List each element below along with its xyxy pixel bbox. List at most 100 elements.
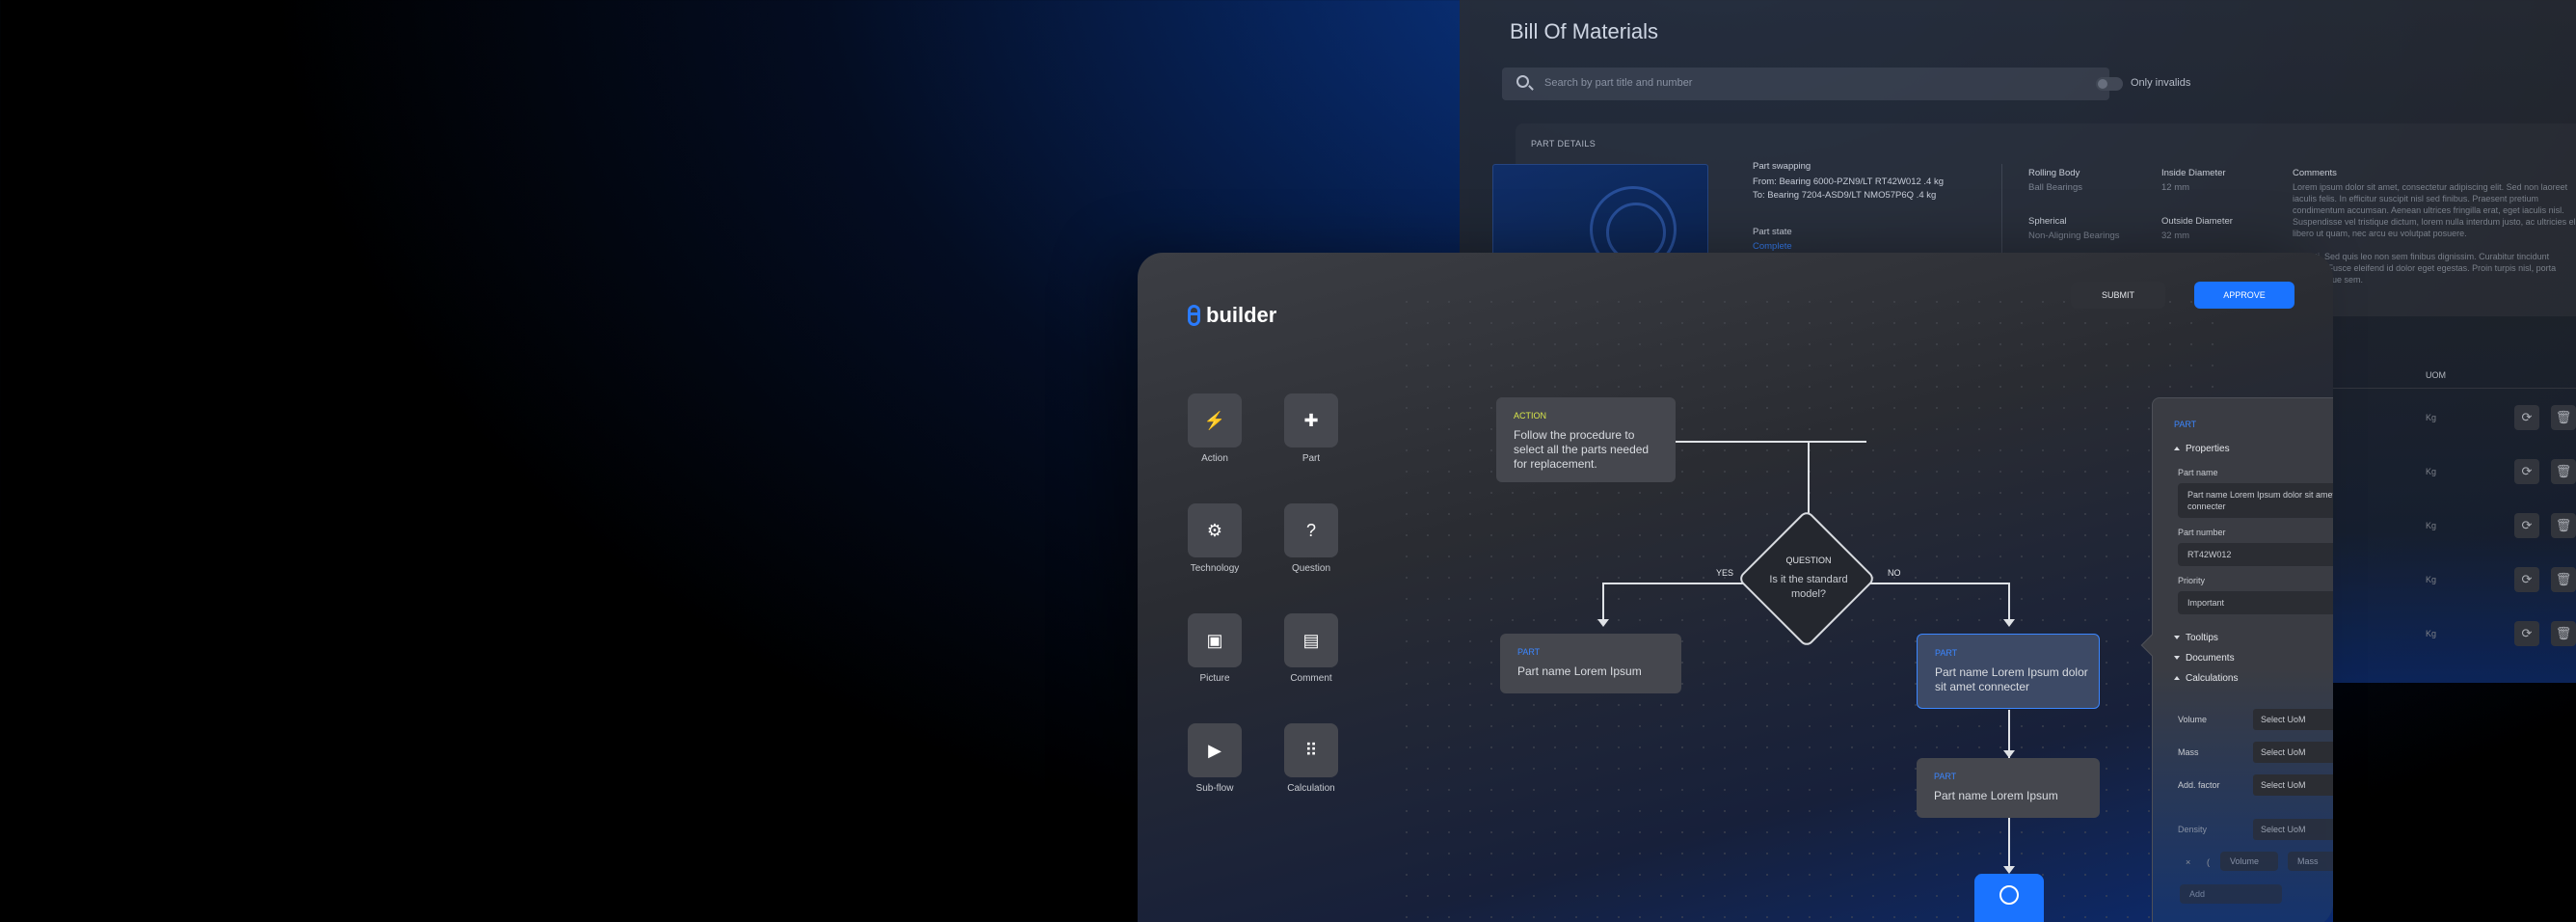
part-number-label: Part number: [2178, 528, 2226, 537]
priority-select[interactable]: Important: [2178, 591, 2333, 614]
part-node-text: Part name Lorem Ipsum dolor sit amet con…: [1935, 665, 2088, 693]
part-state-value: Complete: [1753, 241, 1792, 252]
volume-uom-select[interactable]: Select UoM: [2253, 709, 2333, 730]
row-uom: Kg: [2426, 413, 2437, 422]
connector: [1808, 441, 1810, 522]
trash-icon[interactable]: 🗑: [2551, 567, 2576, 592]
sub-flow-node[interactable]: [1974, 874, 2044, 922]
trash-icon[interactable]: 🗑: [2551, 405, 2576, 430]
tool-technology-label: Technology: [1190, 563, 1240, 574]
comment-icon: ▤: [1302, 631, 1320, 650]
tool-comment-label: Comment: [1290, 673, 1332, 684]
connector: [1602, 583, 1757, 584]
properties-section[interactable]: Properties: [2174, 444, 2230, 454]
question-node-text: Is it the standard model?: [1769, 574, 1848, 600]
row-uom: Kg: [2426, 521, 2437, 530]
tool-sub-flow-label: Sub-flow: [1195, 783, 1234, 794]
formula-volume-chip[interactable]: Volume: [2220, 852, 2278, 871]
rolling-body-value: Ball Bearings: [2028, 182, 2082, 193]
search-input[interactable]: Search by part title and number: [1502, 68, 2109, 100]
tool-technology[interactable]: ⚙: [1188, 503, 1242, 557]
submit-button[interactable]: SUBMIT: [2071, 282, 2165, 309]
spherical-label: Spherical: [2028, 216, 2067, 227]
calculations-label: Calculations: [2186, 673, 2239, 684]
part-node-label: PART: [1517, 647, 1541, 657]
part-node-text: Part name Lorem Ipsum: [1934, 789, 2058, 802]
select-uom-text: Select UoM: [2261, 747, 2306, 757]
yes-label: YES: [1716, 568, 1734, 578]
trash-icon[interactable]: 🗑: [2551, 513, 2576, 538]
tool-calculation[interactable]: ⠿: [1284, 723, 1338, 777]
search-icon: [1516, 75, 1529, 88]
logo-icon: [1188, 305, 1200, 326]
logo: builder: [1188, 303, 1276, 328]
bolt-icon: ⚡: [1203, 411, 1226, 430]
arrow-head: [2003, 750, 2015, 758]
select-uom-text: Select UoM: [2261, 780, 2306, 790]
outside-diameter-label: Outside Diameter: [2161, 216, 2233, 227]
add-factor-uom-select[interactable]: Select UoM: [2253, 774, 2333, 796]
tool-question-label: Question: [1291, 563, 1331, 574]
play-circle-icon: [1999, 885, 2019, 905]
calculations-section[interactable]: Calculations: [2174, 673, 2238, 684]
trash-icon[interactable]: 🗑: [2551, 621, 2576, 646]
chevron-up-icon: [2174, 676, 2180, 680]
connector: [1602, 583, 1604, 619]
part-node[interactable]: PART Part name Lorem Ipsum: [1917, 758, 2100, 818]
plus-box-icon: ✚: [1303, 411, 1319, 430]
tool-question[interactable]: ?: [1284, 503, 1338, 557]
search-placeholder: Search by part title and number: [1544, 77, 1693, 89]
tool-part[interactable]: ✚: [1284, 393, 1338, 447]
approve-button[interactable]: APPROVE: [2194, 282, 2294, 309]
formula-add-chip[interactable]: Add: [2180, 884, 2282, 904]
swap-icon[interactable]: ⟳: [2514, 621, 2539, 646]
action-node[interactable]: ACTION Follow the procedure to select al…: [1496, 397, 1676, 482]
swap-icon[interactable]: ⟳: [2514, 405, 2539, 430]
comments-text-2: Potenti. Sed quis leo non sem finibus di…: [2293, 252, 2557, 285]
part-node-label: PART: [1935, 648, 1958, 658]
tool-action[interactable]: ⚡: [1188, 393, 1242, 447]
tool-part-label: Part: [1301, 453, 1321, 464]
part-name-label: Part name: [2178, 468, 2218, 477]
tooltips-section[interactable]: Tooltips: [2174, 633, 2218, 643]
density-uom-select[interactable]: Select UoM: [2253, 819, 2333, 840]
part-number-field[interactable]: RT42W012: [2178, 543, 2333, 566]
tool-sub-flow[interactable]: ▶: [1188, 723, 1242, 777]
part-node[interactable]: PART Part name Lorem Ipsum: [1500, 634, 1681, 693]
formula-mass-chip[interactable]: Mass: [2288, 852, 2333, 871]
part-node-selected[interactable]: PART Part name Lorem Ipsum dolor sit ame…: [1917, 634, 2100, 709]
mass-uom-select[interactable]: Select UoM: [2253, 742, 2333, 763]
comments-text-1: Lorem ipsum dolor sit amet, consectetur …: [2293, 182, 2576, 238]
properties-label: Properties: [2186, 444, 2230, 454]
image-icon: ▣: [1206, 631, 1223, 650]
part-name-field[interactable]: Part name Lorem Ipsum dolor sit amet con…: [2178, 483, 2333, 518]
trash-icon[interactable]: 🗑: [2551, 459, 2576, 484]
swap-icon[interactable]: ⟳: [2514, 513, 2539, 538]
swap-icon[interactable]: ⟳: [2514, 567, 2539, 592]
builder-window: builder ⚡ Action ✚ Part ⚙ Technology ? Q…: [1138, 253, 2333, 922]
arrow-head: [1597, 619, 1609, 627]
action-node-text: Follow the procedure to select all the p…: [1514, 428, 1650, 471]
connector: [2008, 818, 2010, 866]
only-invalids-toggle[interactable]: [2096, 77, 2123, 91]
chevron-up-icon: [2174, 447, 2180, 450]
action-node-label: ACTION: [1514, 411, 1547, 420]
table-divider: [2308, 388, 2576, 389]
connector: [2008, 583, 2010, 619]
density-label: Density: [2178, 825, 2208, 834]
spherical-value: Non-Aligning Bearings: [2028, 230, 2120, 241]
mass-label: Mass: [2178, 747, 2199, 757]
panel-title: PART: [2174, 420, 2197, 429]
documents-section[interactable]: Documents: [2174, 653, 2235, 664]
tooltips-label: Tooltips: [2186, 633, 2218, 643]
swap-icon[interactable]: ⟳: [2514, 459, 2539, 484]
tool-picture[interactable]: ▣: [1188, 613, 1242, 667]
row-uom: Kg: [2426, 629, 2437, 638]
play-circle-icon: ▶: [1208, 741, 1221, 760]
properties-panel: PART Properties Part name Part name Lore…: [2140, 397, 2333, 922]
connector: [1859, 583, 2008, 584]
outside-diameter-value: 32 mm: [2161, 230, 2190, 241]
inside-diameter-label: Inside Diameter: [2161, 168, 2226, 178]
tool-comment[interactable]: ▤: [1284, 613, 1338, 667]
arrow-head: [2003, 619, 2015, 627]
